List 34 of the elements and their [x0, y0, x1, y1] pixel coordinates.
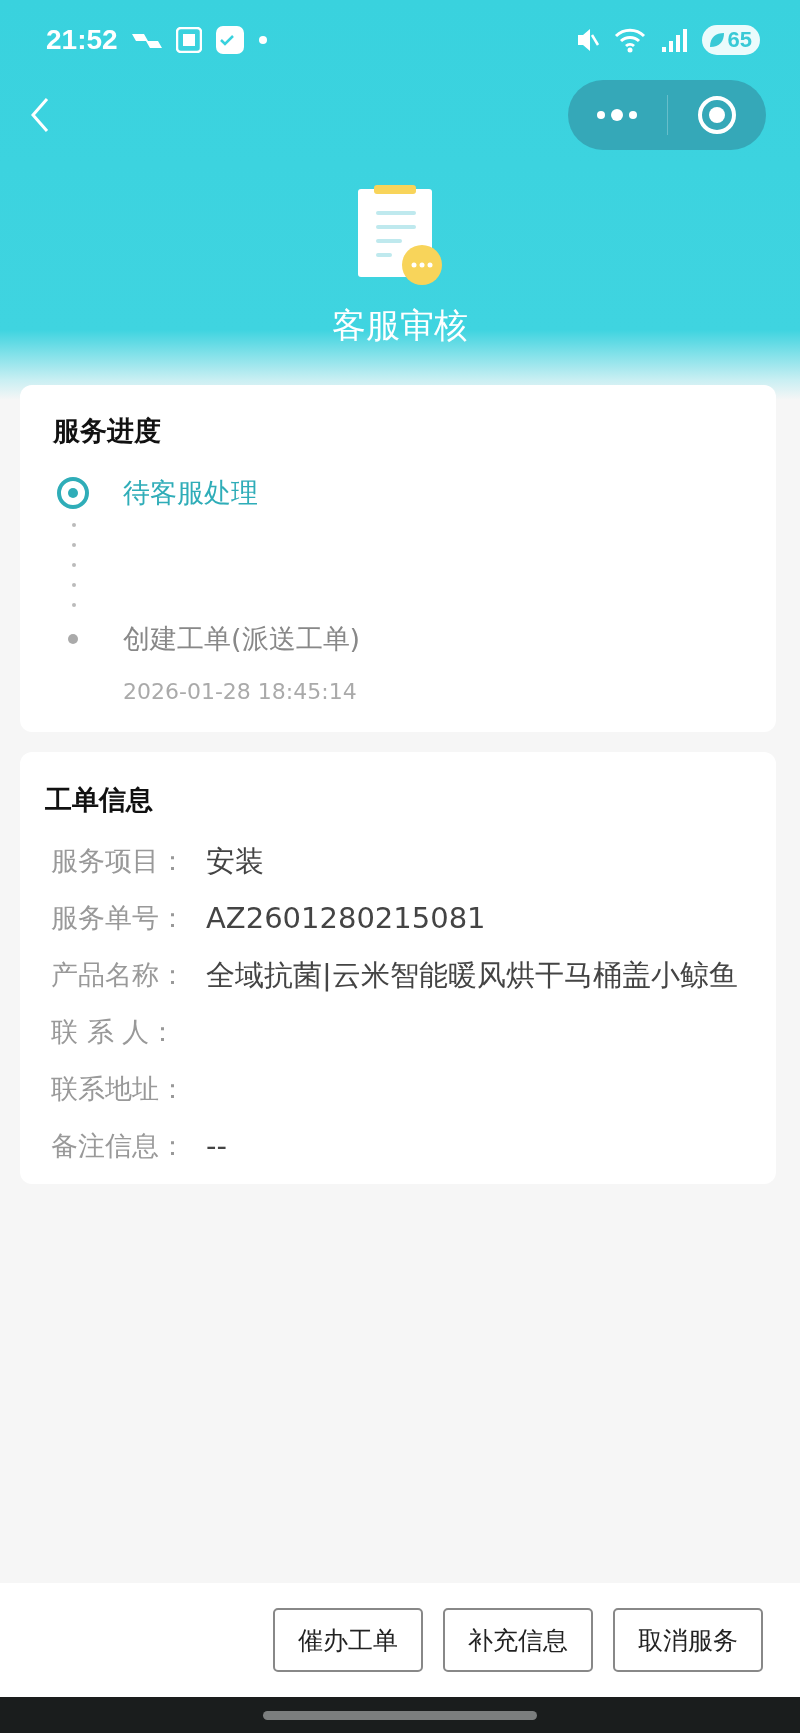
- battery-indicator: 65: [701, 25, 760, 55]
- card-title: 服务进度: [53, 414, 162, 448]
- info-value: 安装: [206, 843, 264, 880]
- mute-icon: [575, 27, 600, 53]
- info-value: --: [206, 1128, 227, 1165]
- page-title: 客服审核: [332, 304, 468, 347]
- clipboard-icon: [358, 185, 442, 285]
- step-time: 2026-01-28 18:45:14: [123, 679, 358, 704]
- task-check-icon: [215, 26, 244, 54]
- info-label: 服务项目：: [51, 844, 187, 878]
- screenshot-icon: [175, 27, 202, 53]
- step-label: 待客服处理: [123, 476, 258, 510]
- info-label: 产品名称：: [51, 958, 187, 992]
- info-label: 服务单号：: [51, 901, 187, 935]
- leaf-icon: [707, 31, 726, 49]
- action-button[interactable]: 取消服务: [613, 1608, 763, 1672]
- more-icon[interactable]: [595, 108, 640, 122]
- action-button[interactable]: 催办工单: [273, 1608, 423, 1672]
- app-notification-icon: [131, 32, 162, 48]
- signal-icon: [659, 27, 688, 53]
- step-label: 创建工单(派送工单): [123, 622, 361, 656]
- close-icon[interactable]: [696, 95, 737, 135]
- card-title: 工单信息: [45, 783, 154, 817]
- info-label: 备注信息：: [51, 1129, 187, 1163]
- home-indicator[interactable]: [263, 1710, 537, 1720]
- back-icon[interactable]: [30, 97, 50, 133]
- info-label: 联 系 人：: [51, 1015, 178, 1049]
- info-value: 全域抗菌|云米智能暖风烘干马桶盖小鲸鱼: [206, 957, 738, 994]
- status-time: 21:52: [46, 24, 118, 56]
- wifi-icon: [613, 27, 646, 53]
- action-button[interactable]: 补充信息: [443, 1608, 593, 1672]
- notification-dot-icon: [257, 35, 268, 45]
- info-label: 联系地址：: [51, 1072, 187, 1106]
- info-value: AZ2601280215081: [206, 900, 486, 937]
